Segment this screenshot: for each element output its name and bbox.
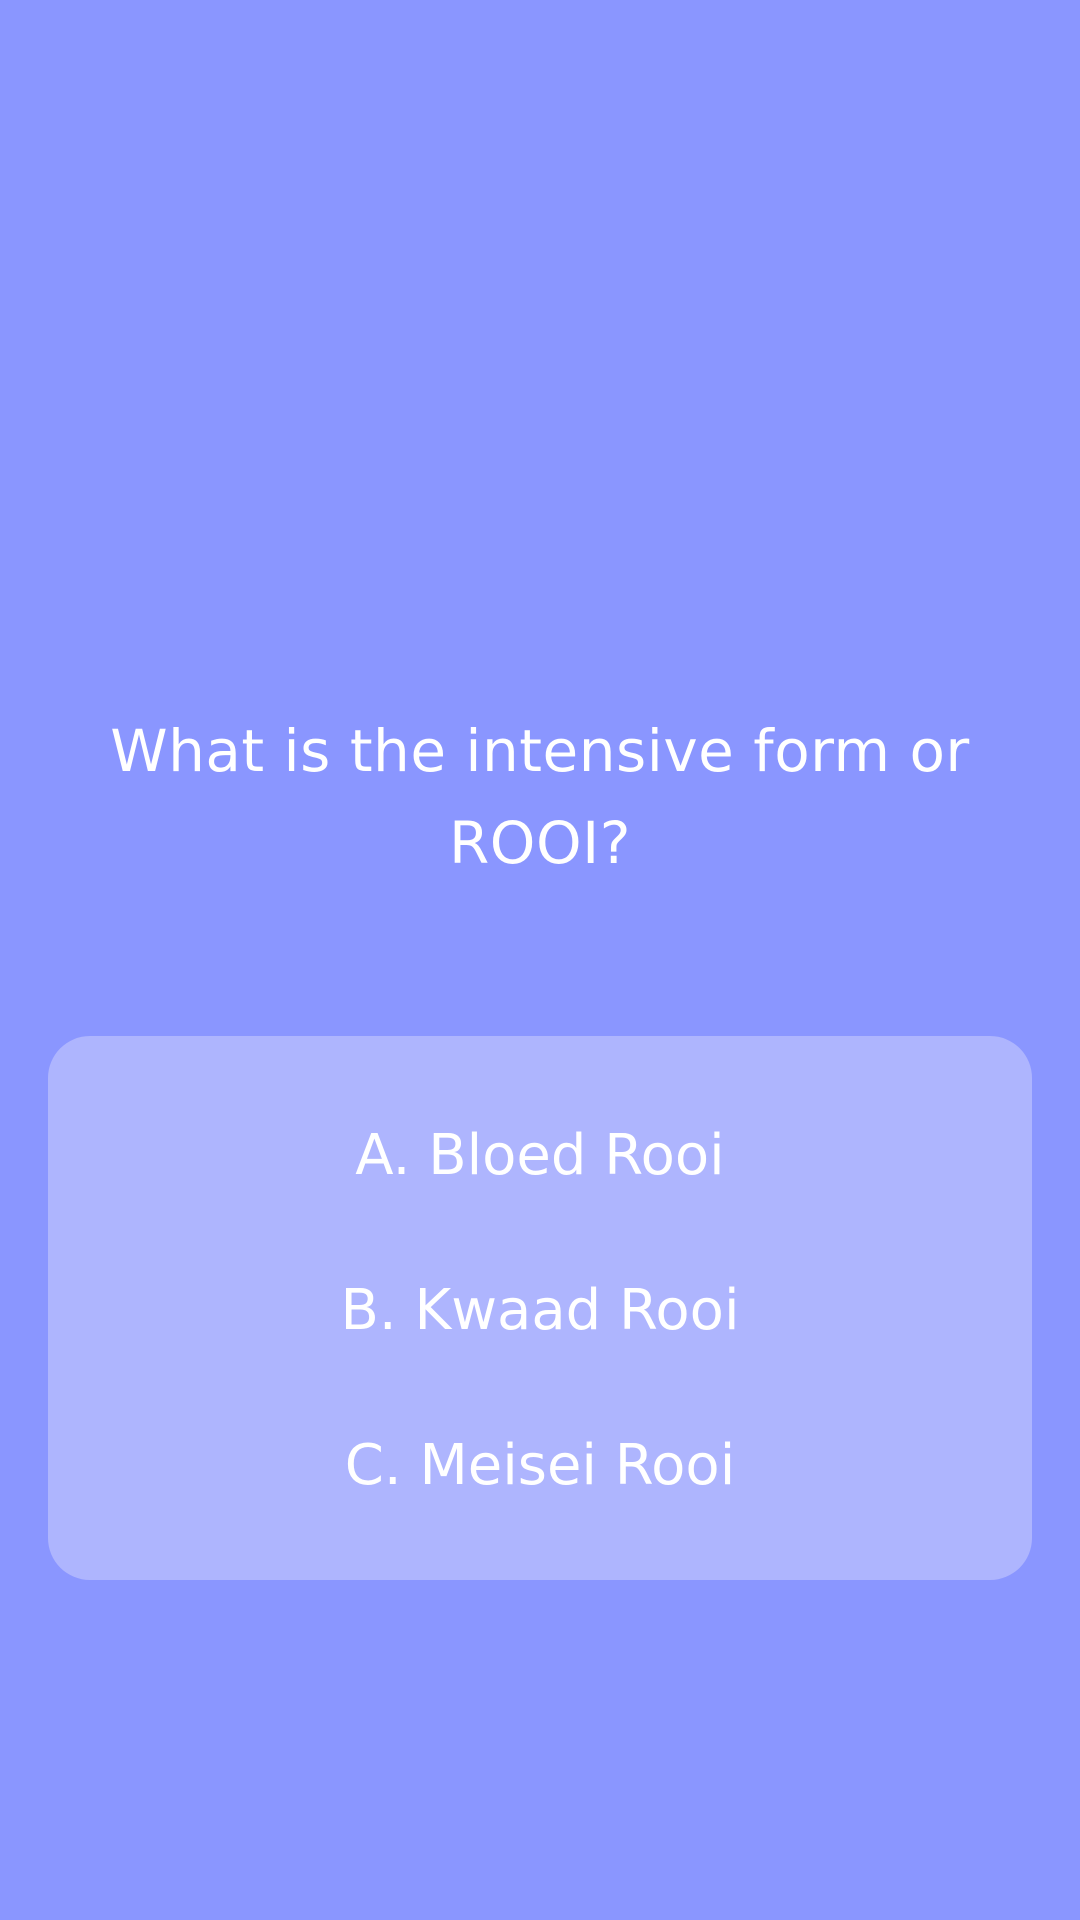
quiz-screen: What is the intensive form or ROOI? A. B…: [0, 0, 1080, 1920]
answer-option-b[interactable]: B. Kwaad Rooi: [48, 1251, 1032, 1371]
answer-option-c[interactable]: C. Meisei Rooi: [48, 1406, 1032, 1526]
answer-options-panel: A. Bloed Rooi B. Kwaad Rooi C. Meisei Ro…: [48, 1036, 1032, 1580]
answer-option-a[interactable]: A. Bloed Rooi: [48, 1096, 1032, 1216]
question-text: What is the intensive form or ROOI?: [110, 717, 970, 877]
